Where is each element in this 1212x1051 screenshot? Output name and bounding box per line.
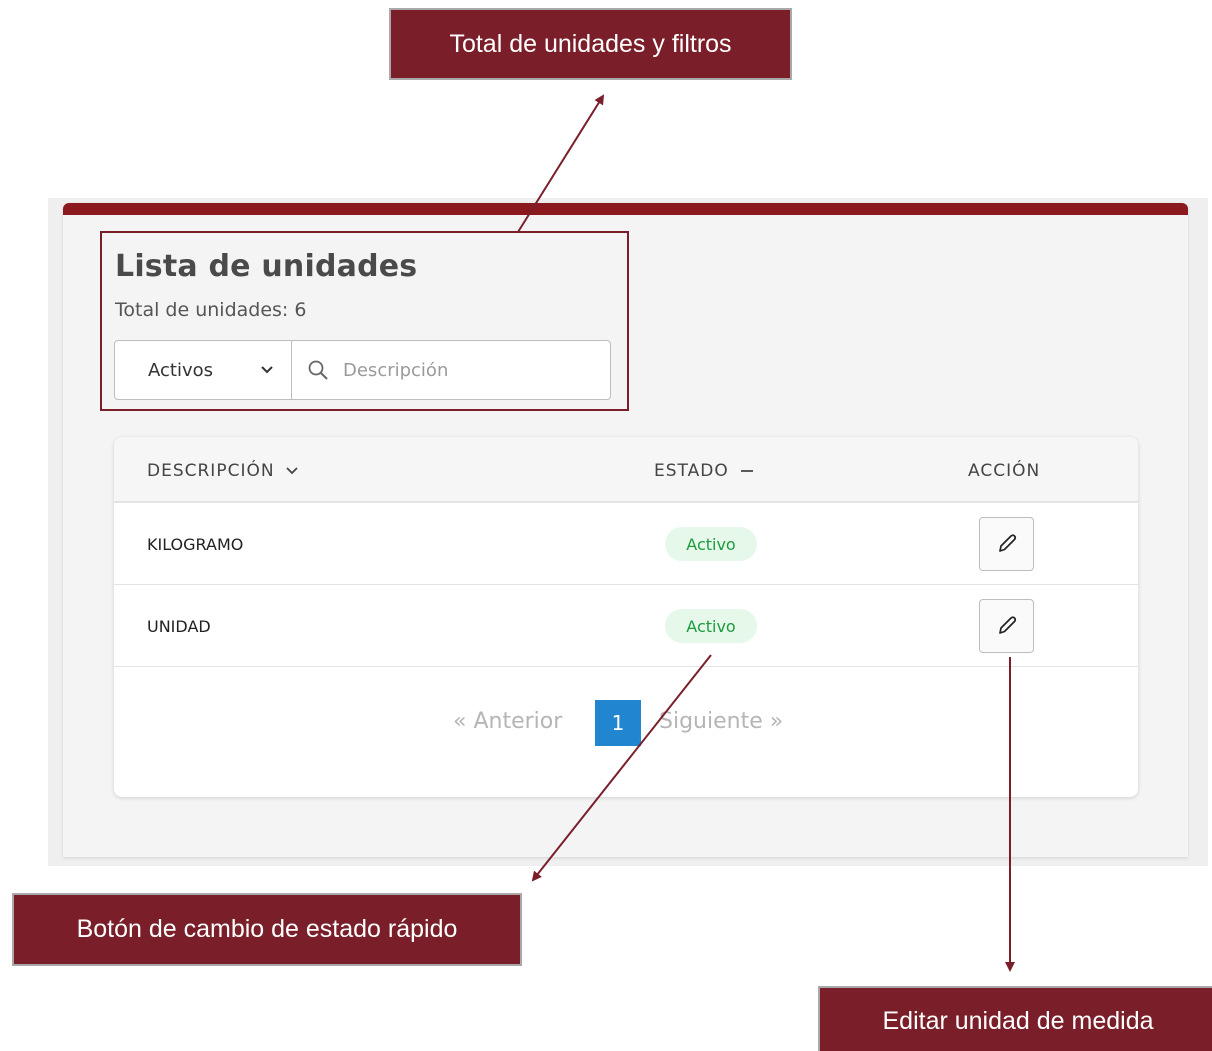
callout-status-toggle-text: Botón de cambio de estado rápido [76, 915, 458, 943]
column-header-status[interactable]: ESTADO [654, 461, 755, 481]
table-row: KILOGRAMO Activo [114, 503, 1138, 585]
row-description: UNIDAD [147, 617, 211, 636]
callout-edit-unit-text: Editar unidad de medida [882, 1006, 1154, 1035]
pencil-icon [998, 616, 1016, 634]
search-input[interactable] [343, 359, 583, 381]
callout-filters-text: Total de unidades y filtros [449, 29, 732, 58]
status-filter-value: Activos [148, 359, 213, 381]
chevron-down-icon [285, 467, 298, 475]
column-header-description[interactable]: DESCRIPCIÓN [147, 461, 299, 481]
pagination-page-current[interactable]: 1 [595, 700, 641, 746]
pagination-next[interactable]: Siguiente » [659, 709, 783, 734]
table-row: UNIDAD Activo [114, 585, 1138, 667]
units-table: DESCRIPCIÓN ESTADO ACCIÓN KILOGRAMO Acti… [114, 437, 1138, 797]
pagination: « Anterior 1 Siguiente » [114, 669, 1138, 769]
total-units-label: Total de unidades: 6 [115, 299, 307, 321]
edit-unit-button[interactable] [979, 517, 1034, 571]
pencil-icon [998, 534, 1016, 552]
column-header-action: ACCIÓN [968, 461, 1040, 481]
column-status-label: ESTADO [654, 461, 729, 481]
status-toggle-badge[interactable]: Activo [665, 609, 757, 643]
column-description-label: DESCRIPCIÓN [147, 461, 275, 481]
search-box[interactable] [292, 341, 610, 399]
status-filter-select[interactable]: Activos [115, 341, 292, 399]
search-icon [308, 360, 328, 380]
filter-bar: Activos [114, 340, 611, 400]
table-header: DESCRIPCIÓN ESTADO ACCIÓN [114, 437, 1138, 503]
page-title: Lista de unidades [115, 249, 418, 284]
callout-status-toggle: Botón de cambio de estado rápido [12, 893, 522, 966]
pagination-previous[interactable]: « Anterior [453, 709, 562, 734]
minus-icon [740, 470, 753, 472]
chevron-down-icon [261, 366, 273, 374]
row-description: KILOGRAMO [147, 535, 244, 554]
status-toggle-badge[interactable]: Activo [665, 527, 757, 561]
callout-filters: Total de unidades y filtros [389, 8, 792, 80]
callout-edit-unit: Editar unidad de medida [818, 986, 1212, 1051]
column-action-label: ACCIÓN [968, 461, 1041, 481]
edit-unit-button[interactable] [979, 599, 1034, 653]
